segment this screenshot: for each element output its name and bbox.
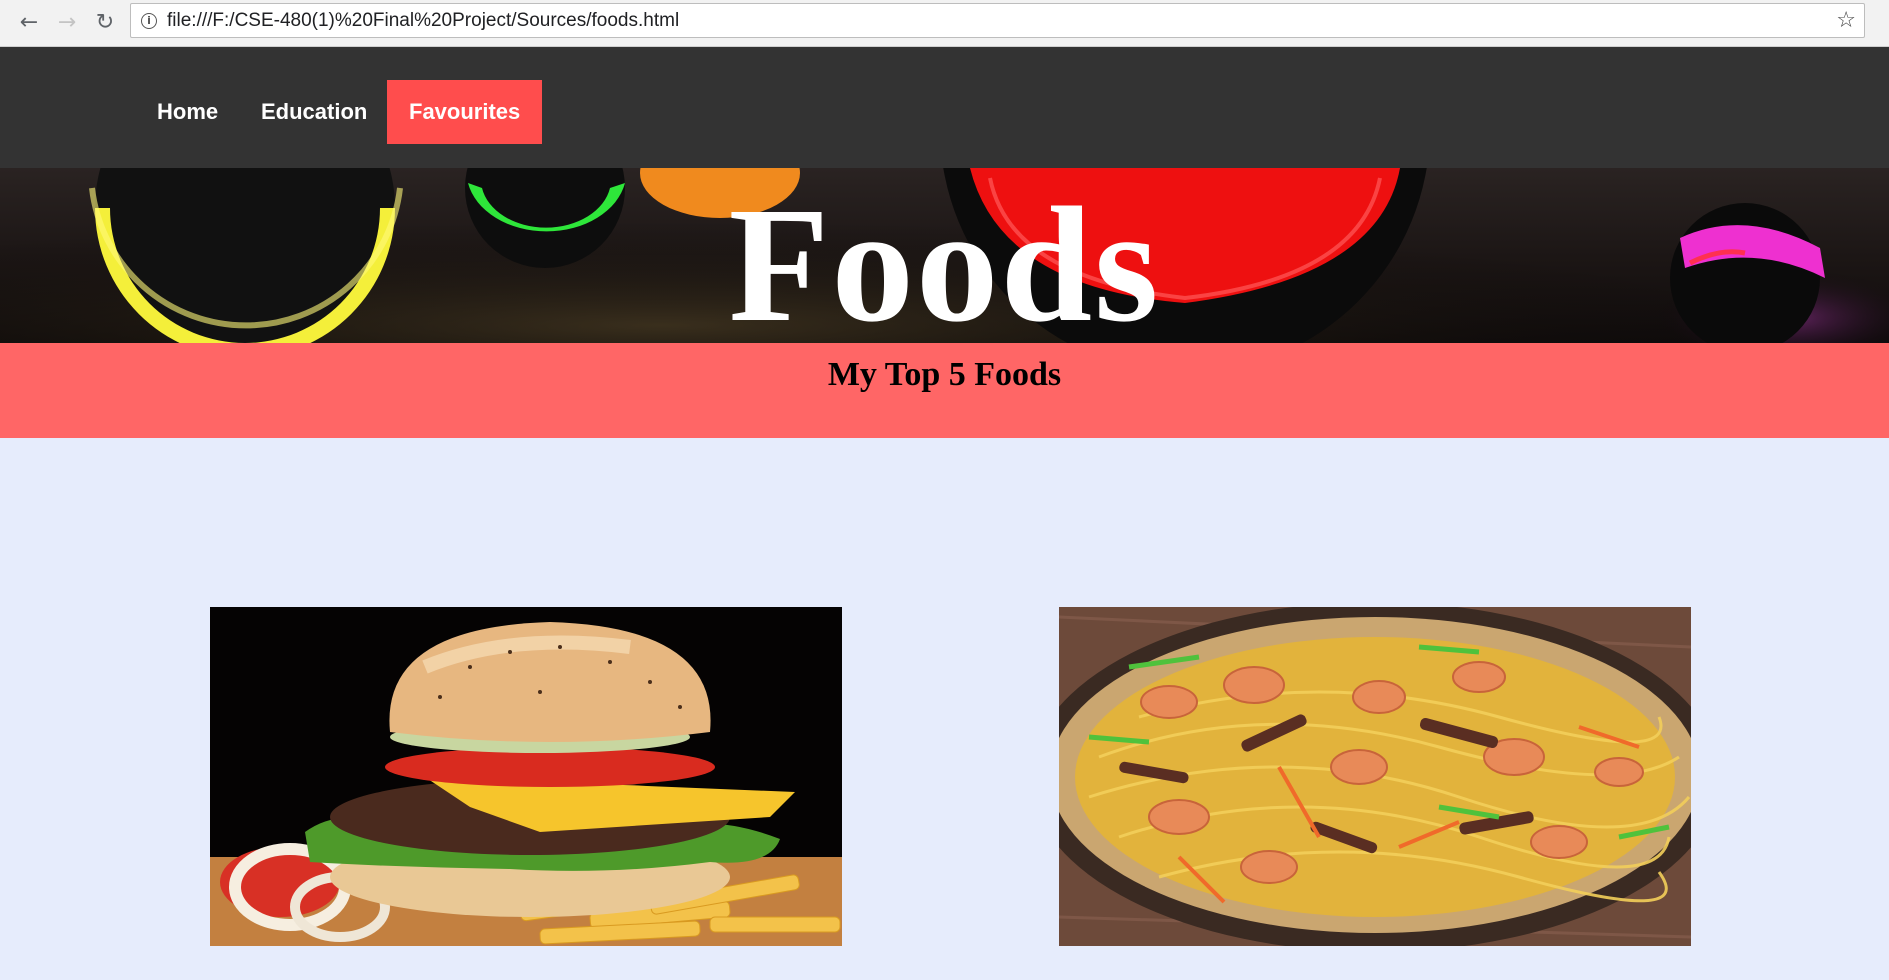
url-text[interactable]: file:///F:/CSE-480(1)%20Final%20Project/…: [167, 4, 679, 37]
forward-arrow-icon[interactable]: →: [52, 8, 82, 38]
back-arrow-icon[interactable]: ←: [14, 8, 44, 38]
browser-toolbar: ← → ↻ i file:///F:/CSE-480(1)%20Final%20…: [0, 0, 1889, 47]
noodles-image: [1059, 607, 1691, 946]
nav-favourites-link[interactable]: Favourites: [387, 80, 543, 144]
info-icon[interactable]: i: [141, 13, 157, 29]
site-navbar: Home Education Favourites: [0, 47, 1889, 168]
reload-icon[interactable]: ↻: [90, 8, 120, 38]
nav-education-link[interactable]: Education: [239, 80, 389, 144]
nav-home-link[interactable]: Home: [135, 80, 240, 144]
section-header-band: My Top 5 Foods: [0, 343, 1889, 438]
section-title: My Top 5 Foods: [827, 356, 1062, 393]
page-hero-title: Foods: [728, 173, 1161, 343]
hero-banner: Foods: [0, 168, 1889, 343]
burger-image: [210, 607, 842, 946]
address-bar[interactable]: i file:///F:/CSE-480(1)%20Final%20Projec…: [130, 3, 1865, 38]
bookmark-star-icon[interactable]: ☆: [1836, 7, 1856, 34]
